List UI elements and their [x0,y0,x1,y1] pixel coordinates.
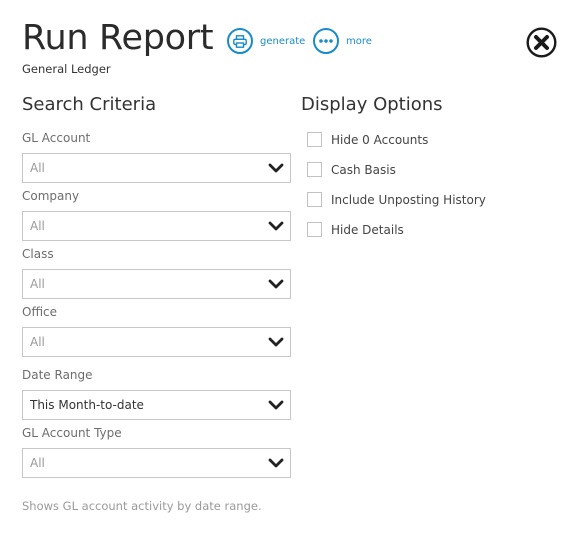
page-subtitle: General Ledger [22,62,111,76]
gl-account-select[interactable]: All [22,153,291,183]
cash-basis-checkbox[interactable] [307,162,322,177]
print-icon [227,28,253,54]
cash-basis-label: Cash Basis [331,162,396,177]
close-button[interactable] [526,27,557,58]
page-title: Run Report [22,18,214,58]
generate-label: generate [260,35,306,47]
company-value: All [30,219,45,233]
gl-account-value: All [30,161,45,175]
class-label: Class [22,247,54,261]
include-unposting-history-checkbox[interactable] [307,192,322,207]
office-label: Office [22,305,58,319]
more-label: more [346,35,372,47]
display-options-heading: Display Options [301,94,443,115]
chevron-down-icon [268,163,284,173]
gl-account-type-select[interactable]: All [22,448,291,478]
chevron-down-icon [268,337,284,347]
generate-button[interactable]: generate [227,28,305,54]
include-unposting-history-label: Include Unposting History [331,192,486,207]
chevron-down-icon [268,458,284,468]
gl-account-type-label: GL Account Type [22,426,122,440]
gl-account-type-value: All [30,456,45,470]
more-button[interactable]: more [313,28,372,54]
hide-details-label: Hide Details [331,222,404,237]
cash-basis-option[interactable]: Cash Basis [307,161,396,178]
hide-zero-accounts-checkbox[interactable] [307,132,322,147]
chevron-down-icon [268,400,284,410]
date-range-select[interactable]: This Month-to-date [22,390,291,420]
date-range-value: This Month-to-date [30,398,144,412]
hide-details-checkbox[interactable] [307,222,322,237]
class-select[interactable]: All [22,269,291,299]
office-select[interactable]: All [22,327,291,357]
report-description: Shows GL account activity by date range. [22,499,262,513]
gl-account-label: GL Account [22,131,91,145]
hide-details-option[interactable]: Hide Details [307,221,404,238]
close-icon [526,27,557,58]
company-select[interactable]: All [22,211,291,241]
more-dots-icon [313,28,339,54]
chevron-down-icon [268,221,284,231]
date-range-label: Date Range [22,368,93,382]
hide-zero-accounts-option[interactable]: Hide 0 Accounts [307,131,428,148]
company-label: Company [22,189,80,203]
hide-zero-accounts-label: Hide 0 Accounts [331,132,429,147]
include-unposting-history-option[interactable]: Include Unposting History [307,191,486,208]
class-value: All [30,277,45,291]
search-criteria-heading: Search Criteria [22,94,157,115]
chevron-down-icon [268,279,284,289]
office-value: All [30,335,45,349]
